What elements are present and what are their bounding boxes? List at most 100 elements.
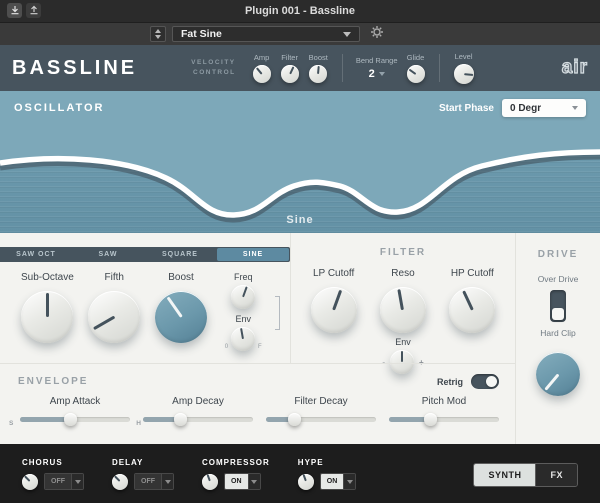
preset-name: Fat Sine bbox=[181, 28, 222, 40]
slider-handle[interactable] bbox=[64, 413, 77, 426]
wave-tab-square[interactable]: SQUARE bbox=[144, 247, 216, 262]
chevron-down-icon[interactable] bbox=[161, 474, 173, 489]
chorus-state-button[interactable]: OFF bbox=[44, 473, 84, 490]
fifth-knob[interactable] bbox=[88, 291, 140, 343]
attack-max-label: H bbox=[136, 420, 141, 427]
filter-decay-label: Filter Decay bbox=[266, 396, 376, 407]
bassline-logo: BASSLINE bbox=[12, 57, 137, 80]
wave-selector: SAW OCT SAW SQUARE SINE bbox=[0, 247, 290, 262]
delay-state-button[interactable]: OFF bbox=[134, 473, 174, 490]
toggle-handle bbox=[486, 376, 497, 387]
gear-icon bbox=[370, 25, 384, 44]
freq-knob[interactable] bbox=[231, 285, 255, 309]
start-phase-dropdown[interactable]: 0 Degr bbox=[502, 99, 586, 117]
retrig-toggle[interactable] bbox=[471, 374, 499, 389]
glide-knob[interactable] bbox=[407, 65, 425, 83]
amp-decay-slider[interactable] bbox=[143, 417, 253, 422]
compressor-state-button[interactable]: ON bbox=[224, 473, 261, 490]
osc-env-knob[interactable] bbox=[231, 327, 255, 351]
bend-range-label: Bend Range bbox=[356, 56, 398, 65]
compressor-module: COMPRESSOR ON bbox=[202, 458, 270, 490]
slider-handle[interactable] bbox=[424, 413, 437, 426]
sub-octave-knob[interactable] bbox=[21, 291, 73, 343]
chorus-state-value: OFF bbox=[45, 474, 71, 489]
plugin-header: BASSLINE VELOCITY CONTROL Amp Filter Boo… bbox=[0, 45, 600, 91]
download-icon bbox=[10, 2, 20, 20]
preset-dropdown[interactable]: Fat Sine bbox=[172, 26, 360, 42]
level-knob[interactable] bbox=[454, 64, 474, 84]
filter-title: FILTER bbox=[291, 247, 515, 258]
wave-tab-saw-oct[interactable]: SAW OCT bbox=[0, 247, 72, 262]
envelope-panel: ENVELOPE Retrig Amp Attack S H bbox=[0, 363, 515, 444]
freq-label: Freq bbox=[214, 272, 272, 282]
wave-name-label: Sine bbox=[0, 214, 600, 226]
titlebar: Plugin 001 - Bassline bbox=[0, 0, 600, 23]
lp-cutoff-knob[interactable] bbox=[311, 287, 357, 333]
over-drive-label: Over Drive bbox=[516, 274, 600, 284]
chevron-down-icon[interactable] bbox=[343, 474, 355, 489]
velocity-filter-knob[interactable] bbox=[281, 65, 299, 83]
slider-handle[interactable] bbox=[174, 413, 187, 426]
oscillator-title: OSCILLATOR bbox=[14, 102, 104, 114]
retrig-label: Retrig bbox=[437, 377, 463, 387]
slider-fill bbox=[20, 417, 70, 422]
preset-prev-icon[interactable] bbox=[155, 29, 161, 33]
fifth-label: Fifth bbox=[81, 272, 148, 283]
settings-button[interactable] bbox=[370, 25, 384, 44]
chorus-knob[interactable] bbox=[22, 474, 38, 490]
reso-knob[interactable] bbox=[380, 287, 426, 333]
compressor-knob[interactable] bbox=[202, 474, 218, 490]
drive-mode-toggle[interactable] bbox=[550, 290, 566, 322]
chorus-label: CHORUS bbox=[22, 458, 84, 467]
tab-synth[interactable]: SYNTH bbox=[474, 464, 535, 486]
pitch-mod-slider[interactable] bbox=[389, 417, 499, 422]
bend-range-dropdown[interactable]: 2 bbox=[356, 68, 398, 80]
fx-bar: CHORUS OFF DELAY OFF COMPRESSOR bbox=[0, 444, 600, 503]
chevron-down-icon bbox=[572, 106, 578, 110]
envelope-title: ENVELOPE bbox=[18, 376, 88, 387]
env-min-label: 0 bbox=[225, 343, 228, 351]
waveform-display: Sine bbox=[0, 121, 600, 233]
delay-module: DELAY OFF bbox=[112, 458, 174, 490]
mod-routing-bracket bbox=[275, 296, 280, 330]
hype-knob[interactable] bbox=[298, 474, 314, 490]
amp-attack-slider[interactable] bbox=[20, 417, 130, 422]
filter-panel: FILTER LP Cutoff Reso HP Cutoff bbox=[290, 233, 515, 363]
velocity-boost-knob[interactable] bbox=[309, 65, 327, 83]
hype-state-button[interactable]: ON bbox=[320, 473, 357, 490]
amp-attack-label: Amp Attack bbox=[20, 396, 130, 407]
velocity-amp-knob[interactable] bbox=[253, 65, 271, 83]
osc-boost-knob[interactable] bbox=[155, 291, 207, 343]
delay-knob[interactable] bbox=[112, 474, 128, 490]
import-preset-button[interactable] bbox=[7, 3, 22, 18]
header-divider bbox=[439, 54, 440, 82]
reso-label: Reso bbox=[371, 268, 435, 279]
start-phase-label: Start Phase bbox=[439, 103, 494, 114]
window-title: Plugin 001 - Bassline bbox=[245, 5, 355, 17]
filter-decay-slider[interactable] bbox=[266, 417, 376, 422]
delay-label: DELAY bbox=[112, 458, 174, 467]
filter-env-label: Env bbox=[291, 337, 515, 347]
compressor-state-value: ON bbox=[225, 474, 248, 489]
tab-fx[interactable]: FX bbox=[535, 464, 577, 486]
header-divider bbox=[342, 54, 343, 82]
amp-knob-label: Amp bbox=[253, 53, 271, 62]
sub-octave-label: Sub-Octave bbox=[14, 272, 81, 283]
chevron-down-icon bbox=[379, 72, 385, 76]
drive-amount-knob[interactable] bbox=[536, 352, 580, 396]
oscillator-section: OSCILLATOR Start Phase 0 Degr Sine bbox=[0, 91, 600, 233]
slider-handle[interactable] bbox=[288, 413, 301, 426]
air-brand-logo: air bbox=[562, 57, 588, 79]
hype-label: HYPE bbox=[298, 458, 357, 467]
wave-tab-sine[interactable]: SINE bbox=[217, 248, 289, 261]
preset-stepper[interactable] bbox=[150, 26, 166, 42]
preset-next-icon[interactable] bbox=[155, 35, 161, 39]
pitch-mod-label: Pitch Mod bbox=[389, 396, 499, 407]
wave-tab-saw[interactable]: SAW bbox=[72, 247, 144, 262]
lp-cutoff-label: LP Cutoff bbox=[302, 268, 366, 279]
export-preset-button[interactable] bbox=[26, 3, 41, 18]
main-panel: SAW OCT SAW SQUARE SINE Sub-Octave Fifth bbox=[0, 233, 600, 444]
chevron-down-icon[interactable] bbox=[248, 474, 260, 489]
hp-cutoff-knob[interactable] bbox=[449, 287, 495, 333]
chevron-down-icon[interactable] bbox=[71, 474, 83, 489]
